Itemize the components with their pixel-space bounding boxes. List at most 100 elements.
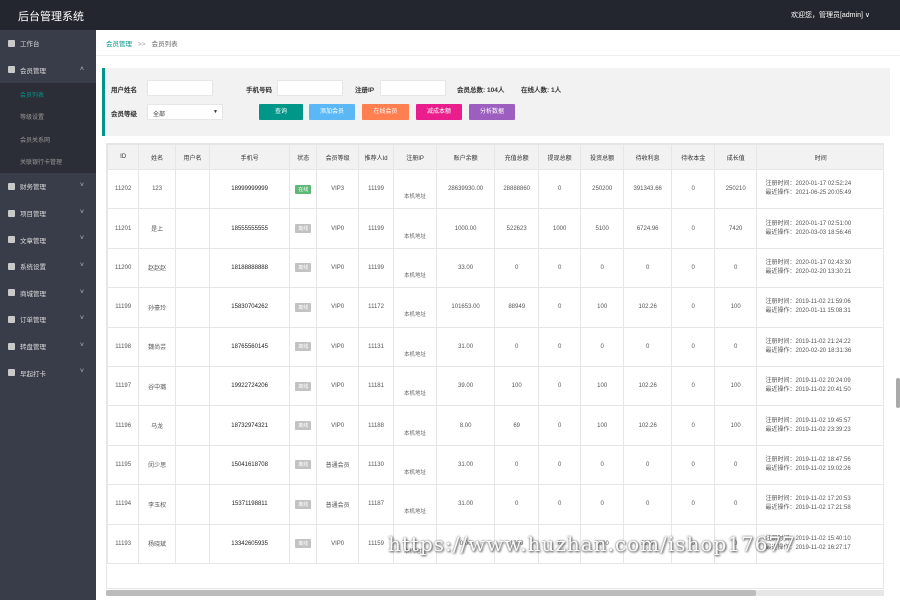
cell-level: VIP0: [316, 365, 359, 407]
cell-id: 11195: [107, 444, 140, 486]
status-cell: 离线: [289, 523, 318, 564]
cell-ip: 本机地址: [393, 168, 437, 210]
status-badge: 离线: [295, 539, 312, 549]
table-row[interactable]: 11196 马龙 18732974321 离线 VIP0 11188 本机地址 8.00 69 0…: [107, 405, 883, 446]
cell-time: 注册时间：2020-01-17 02:52:24 最近操作：2021-06-25 …: [756, 168, 883, 210]
column-header: 充值总额: [494, 144, 539, 170]
cell-time: 注册时间：2019-11-02 21:59:06 最近操作：2020-01-11 …: [756, 287, 883, 328]
cell-ref: 11130: [357, 444, 395, 486]
column-header: 待收利息: [622, 144, 673, 170]
sidebar-item-label: 转盘管理: [20, 344, 46, 352]
column-header: 推荐人Id: [357, 144, 395, 170]
register-time: 注册时间：2019-11-02 17:20:53: [765, 496, 851, 503]
cell-balance: 28639930.00: [435, 168, 496, 210]
column-header: 姓名: [138, 144, 176, 170]
cell-id: 11200: [107, 247, 140, 289]
cell-id: 11194: [107, 484, 140, 525]
sidebar-item[interactable]: 项目管理 ˅: [0, 200, 96, 227]
cell-ref: 11187: [357, 484, 395, 525]
sidebar-item[interactable]: 系统设置 ˅: [0, 253, 96, 280]
member-table-container[interactable]: ID 姓名 用户名 手机号 状态 会员等级 推荐人Id 注册IP 账户余额 充值总额 提现总额 投资总…: [106, 143, 884, 589]
sidebar-subitem[interactable]: 会员关系网: [0, 128, 96, 151]
breadcrumb: 会员管理 >> 会员列表: [96, 30, 900, 56]
cell-ref: 11199: [357, 168, 395, 210]
column-header: 成长值: [713, 144, 758, 170]
cell-withdraw: 0: [537, 287, 582, 328]
sidebar-item[interactable]: 转盘管理 ˅: [0, 333, 96, 360]
table-header-row: ID 姓名 用户名 手机号 状态 会员等级 推荐人Id 注册IP 账户余额 充值总额 提现总额 投资总…: [107, 144, 883, 170]
cell-recharge: 28888860: [494, 168, 539, 210]
cell-balance: 31.00: [435, 484, 496, 525]
scrollbar-thumb[interactable]: [106, 590, 756, 596]
sidebar-item[interactable]: 财务管理 ˅: [0, 173, 96, 200]
cell-ref: 11199: [357, 247, 395, 289]
online-members-button[interactable]: 在线会员: [362, 104, 409, 120]
cell-principal: 0: [671, 168, 715, 210]
cell-level: VIP0: [316, 326, 359, 367]
user-menu[interactable]: 欢迎您，管理员[admin] ∨: [791, 10, 870, 20]
cell-name: 杨晓斌: [138, 523, 176, 564]
breadcrumb-parent[interactable]: 会员管理: [106, 41, 132, 48]
cell-growth: 100: [713, 365, 758, 407]
add-member-button[interactable]: 添加会员: [309, 104, 355, 120]
status-badge: 在线: [295, 184, 312, 194]
sidebar-item-label: 订单管理: [20, 317, 46, 325]
watermark-text: https://www.huzhan.com/ishop17677: [388, 532, 796, 556]
table-row[interactable]: 11199 孙豪玲 15830704262 离线 VIP0 11172 本机地址 101653…: [107, 287, 883, 328]
sidebar-subitem[interactable]: 关联银行卡管理: [0, 151, 96, 174]
phone-input[interactable]: [277, 80, 343, 96]
cell-interest: 102.26: [622, 365, 673, 407]
cell-phone: 18732974321: [209, 405, 291, 446]
breadcrumb-separator: >>: [138, 41, 146, 48]
table-row[interactable]: 11197 谷中璐 19922724206 离线 VIP0 11181 本机地址 39.00 1…: [107, 365, 883, 407]
chevron-up-icon: ˄: [79, 65, 84, 73]
level-label: 会员等级: [111, 111, 137, 118]
cell-phone: 18188888888: [209, 247, 291, 289]
sidebar-item[interactable]: 工作台: [0, 30, 96, 57]
page-scrollbar[interactable]: [896, 378, 900, 408]
level-select[interactable]: 全部 ▼: [147, 104, 223, 120]
register-time: 注册时间：2019-11-02 19:45:57: [765, 417, 851, 424]
last-action-time: 最近操作：2020-02-20 13:30:21: [765, 268, 852, 275]
cell-withdraw: 0: [537, 247, 582, 289]
cell-id: 11197: [107, 365, 140, 407]
cell-ref: 11188: [357, 405, 395, 446]
query-button[interactable]: 查询: [259, 104, 303, 120]
dashboard-icon: [8, 39, 15, 47]
table-row[interactable]: 11202 123 18999999999 在线 VIP3 11199 本机地址 286399…: [107, 168, 883, 210]
horizontal-scrollbar[interactable]: [106, 590, 884, 596]
sidebar-item[interactable]: 会员管理 ˄: [0, 57, 96, 84]
cell-interest: 0: [622, 247, 673, 289]
sidebar-item[interactable]: 早起打卡 ˅: [0, 359, 96, 386]
status-cell: 离线: [289, 287, 318, 328]
cell-level: 普通会员: [316, 444, 359, 486]
cell-ip: 本机地址: [393, 208, 437, 249]
table-row[interactable]: 11201 是上 18555555555 离线 VIP0 11199 本机地址 1000.00…: [107, 208, 883, 249]
table-row[interactable]: 11194 李玉权 15371198811 离线 普通会员 11187 本机地址 31.00 0…: [107, 484, 883, 525]
cell-interest: 0: [622, 444, 673, 486]
sidebar-item[interactable]: 文章管理 ˅: [0, 226, 96, 253]
sidebar-item[interactable]: 订单管理 ˅: [0, 306, 96, 333]
username-input[interactable]: [147, 80, 213, 96]
cell-username: [174, 208, 211, 249]
sidebar-subitem[interactable]: 等级设置: [0, 106, 96, 129]
status-badge: 离线: [295, 263, 312, 273]
cell-phone: 15830704262: [209, 287, 291, 328]
table-row[interactable]: 11195 闵少思 15041618708 离线 普通会员 11130 本机地址 31.00 0…: [107, 444, 883, 486]
cell-time: 注册时间：2020-01-17 02:51:00 最近操作：2020-03-03 …: [756, 208, 883, 249]
reduce-cost-button[interactable]: 减成本额: [416, 104, 462, 120]
cell-name: 孙豪玲: [138, 287, 176, 328]
status-cell: 离线: [289, 247, 318, 289]
sidebar-item-label: 早起打卡: [20, 370, 46, 378]
cell-phone: 18999999999: [209, 168, 291, 210]
analyze-data-button[interactable]: 分析数据: [469, 104, 515, 120]
table-row[interactable]: 11200 赵赵赵 18188888888 离线 VIP0 11199 本机地址 33.00 0…: [107, 247, 883, 289]
sidebar-subitem[interactable]: 会员列表: [0, 83, 96, 106]
table-row[interactable]: 11198 魏尚芸 18765560145 离线 VIP0 11131 本机地址 31.00 0…: [107, 326, 883, 367]
cell-withdraw: 0: [537, 326, 582, 367]
ip-input[interactable]: [380, 80, 446, 96]
cell-growth: 250210: [713, 168, 758, 210]
cell-withdraw: 0: [537, 484, 582, 525]
chevron-down-icon: ˅: [79, 182, 84, 190]
sidebar-item[interactable]: 商城管理 ˅: [0, 280, 96, 307]
